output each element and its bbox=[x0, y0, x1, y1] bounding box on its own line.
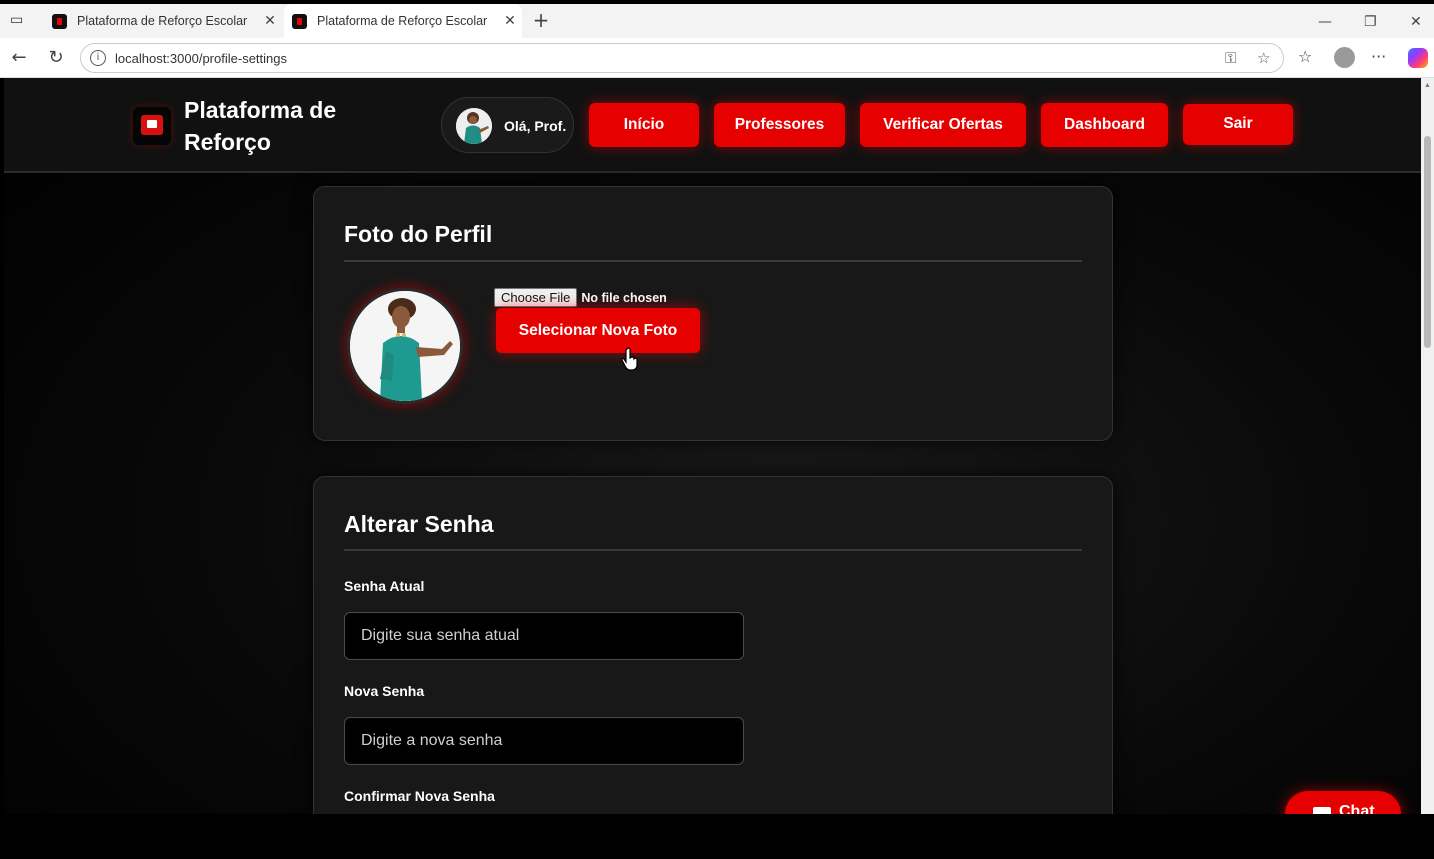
user-greeting: Olá, Prof. bbox=[504, 118, 567, 134]
site-header: Plataforma de Reforço Olá, Prof. Início … bbox=[4, 78, 1421, 173]
minimize-icon[interactable]: — bbox=[1318, 14, 1332, 30]
new-tab-icon[interactable]: + bbox=[530, 10, 552, 32]
scroll-up-icon[interactable]: ▲ bbox=[1424, 82, 1431, 89]
site-favicon-icon bbox=[52, 13, 67, 29]
tab-inactive[interactable]: Plataforma de Reforço Escolar ✕ bbox=[44, 4, 282, 38]
site-favicon-icon bbox=[292, 13, 307, 29]
user-menu[interactable]: Olá, Prof. bbox=[441, 97, 574, 153]
reload-icon[interactable]: ↻ bbox=[45, 47, 67, 69]
scroll-thumb[interactable] bbox=[1424, 136, 1431, 348]
tab-bar: ▭ Plataforma de Reforço Escolar ✕ Plataf… bbox=[0, 4, 1434, 38]
file-status-text: No file chosen bbox=[581, 290, 667, 305]
key-icon[interactable]: ⚿ bbox=[1225, 49, 1236, 67]
file-input[interactable]: Choose File No file chosen bbox=[494, 288, 667, 307]
page-viewport: Plataforma de Reforço Olá, Prof. Início … bbox=[4, 78, 1421, 814]
select-new-photo-button[interactable]: Selecionar Nova Foto bbox=[496, 308, 700, 353]
chat-icon bbox=[1313, 807, 1331, 814]
hand-cursor-icon bbox=[621, 347, 638, 371]
url-text: localhost:3000/profile-settings bbox=[115, 51, 287, 66]
divider bbox=[344, 260, 1082, 262]
current-password-input[interactable]: Digite sua senha atual bbox=[344, 612, 744, 660]
logout-button[interactable]: Sair bbox=[1183, 104, 1293, 145]
profile-photo bbox=[347, 288, 463, 404]
nav-verificar-ofertas-button[interactable]: Verificar Ofertas bbox=[860, 103, 1026, 147]
confirm-password-label: Confirmar Nova Senha bbox=[344, 788, 495, 804]
logo[interactable] bbox=[133, 107, 171, 145]
nav-inicio-button[interactable]: Início bbox=[589, 103, 699, 147]
avatar bbox=[456, 108, 492, 144]
screen-bottom-edge bbox=[0, 814, 1434, 859]
profile-photo-card: Foto do Perfil Choose File No file chose… bbox=[313, 186, 1113, 441]
browser-window: ▭ Plataforma de Reforço Escolar ✕ Plataf… bbox=[0, 0, 1434, 859]
brand-name[interactable]: Plataforma de Reforço bbox=[184, 94, 404, 158]
profile-icon[interactable] bbox=[1334, 47, 1355, 68]
favorites-icon[interactable]: ☆ bbox=[1298, 47, 1312, 66]
close-icon[interactable]: ✕ bbox=[258, 13, 282, 29]
address-bar-row: ← ↻ i localhost:3000/profile-settings ⚿ … bbox=[0, 38, 1434, 78]
divider bbox=[344, 549, 1082, 551]
back-arrow-icon[interactable]: ← bbox=[8, 47, 30, 69]
tab-active[interactable]: Plataforma de Reforço Escolar ✕ bbox=[284, 4, 522, 38]
tab-title: Plataforma de Reforço Escolar bbox=[77, 14, 248, 28]
nav-professores-button[interactable]: Professores bbox=[714, 103, 845, 147]
section-title: Alterar Senha bbox=[344, 511, 494, 537]
logo-mark-icon bbox=[141, 115, 163, 135]
window-close-icon[interactable]: ✕ bbox=[1410, 14, 1422, 30]
change-password-card: Alterar Senha Senha Atual Digite sua sen… bbox=[313, 476, 1113, 814]
page-scrollbar[interactable]: ▲ bbox=[1421, 78, 1434, 814]
nav-dashboard-button[interactable]: Dashboard bbox=[1041, 103, 1168, 147]
choose-file-button[interactable]: Choose File bbox=[494, 288, 578, 307]
tab-title: Plataforma de Reforço Escolar bbox=[317, 14, 488, 28]
restore-icon[interactable]: ❐ bbox=[1364, 14, 1377, 30]
chat-button[interactable]: Chat bbox=[1285, 791, 1401, 814]
new-password-label: Nova Senha bbox=[344, 683, 425, 699]
tab-actions-icon[interactable]: ▭ bbox=[10, 12, 28, 28]
copilot-icon[interactable] bbox=[1408, 48, 1428, 68]
url-field[interactable]: i localhost:3000/profile-settings ⚿ ☆ bbox=[80, 43, 1284, 73]
current-password-label: Senha Atual bbox=[344, 578, 425, 594]
section-title: Foto do Perfil bbox=[344, 221, 493, 247]
site-info-icon[interactable]: i bbox=[90, 50, 106, 66]
star-icon[interactable]: ☆ bbox=[1257, 49, 1270, 67]
new-password-input[interactable]: Digite a nova senha bbox=[344, 717, 744, 765]
chat-label: Chat bbox=[1339, 803, 1375, 814]
close-icon[interactable]: ✕ bbox=[498, 13, 522, 29]
more-icon[interactable]: ··· bbox=[1371, 47, 1386, 66]
